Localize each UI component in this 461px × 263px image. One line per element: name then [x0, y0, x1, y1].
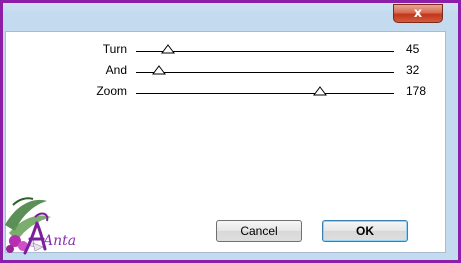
dialog-frame: x Turn 45 And 32 Zoom 178 Cancel OK Anta: [0, 0, 461, 263]
zoom-label: Zoom: [96, 84, 127, 98]
close-button[interactable]: x: [393, 4, 443, 23]
close-icon: x: [413, 6, 423, 21]
turn-value: 45: [406, 42, 420, 56]
turn-slider-thumb[interactable]: [161, 44, 176, 54]
watermark-text: Anta: [41, 233, 76, 249]
slider-row-and: And 32: [6, 61, 447, 79]
slider-row-zoom: Zoom 178: [6, 82, 447, 100]
and-slider-track[interactable]: [136, 72, 394, 73]
cancel-button[interactable]: Cancel: [216, 220, 302, 242]
and-label: And: [105, 63, 127, 77]
anta-watermark-logo: Anta: [5, 197, 76, 255]
zoom-slider-track[interactable]: [136, 93, 394, 94]
and-slider-thumb[interactable]: [151, 65, 166, 75]
zoom-slider-thumb[interactable]: [312, 86, 327, 96]
zoom-value: 178: [406, 84, 427, 98]
title-bar[interactable]: x: [3, 3, 458, 25]
ok-button[interactable]: OK: [322, 220, 408, 242]
and-value: 32: [406, 63, 420, 77]
slider-row-turn: Turn 45: [6, 40, 447, 58]
turn-label: Turn: [102, 42, 127, 56]
